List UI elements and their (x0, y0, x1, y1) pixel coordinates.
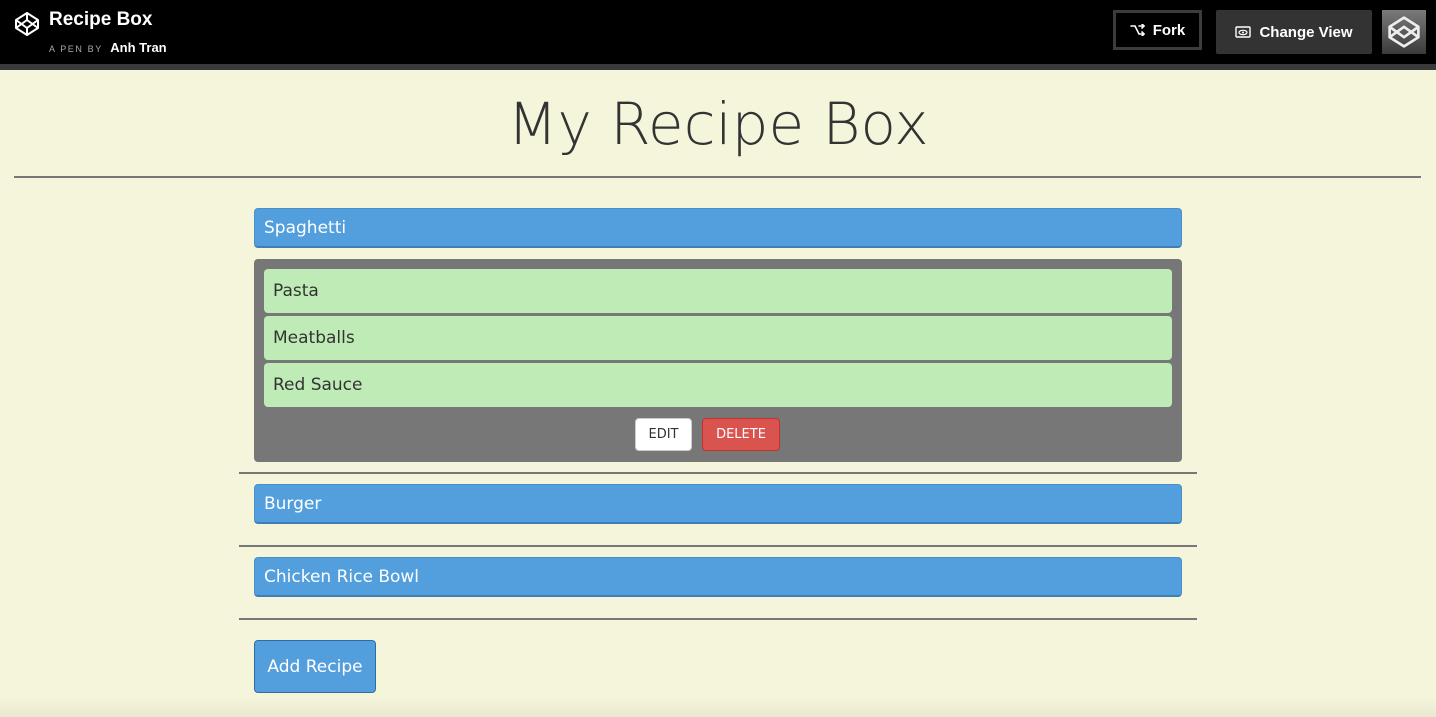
eye-icon (1235, 26, 1252, 38)
ingredient-item: Pasta (264, 269, 1172, 313)
bottom-shadow (0, 697, 1436, 717)
recipe-header-chicken-rice-bowl[interactable]: Chicken Rice Bowl (254, 557, 1182, 597)
recipe-divider (239, 545, 1197, 547)
title-divider (14, 176, 1421, 178)
page-title: My Recipe Box (507, 90, 929, 158)
user-avatar[interactable] (1382, 10, 1426, 54)
byline-prefix: A PEN BY (49, 44, 103, 54)
author-link[interactable]: Anh Tran (110, 40, 166, 55)
edit-button[interactable]: EDIT (635, 418, 692, 451)
add-recipe-button[interactable]: Add Recipe (254, 640, 376, 693)
change-view-button[interactable]: Change View (1216, 10, 1372, 54)
fork-label: Fork (1152, 21, 1186, 39)
change-view-label: Change View (1259, 23, 1353, 41)
pen-byline: A PEN BY Anh Tran (49, 39, 167, 57)
recipe-panel-spaghetti: Pasta Meatballs Red Sauce EDIT DELETE (254, 259, 1182, 462)
pen-title[interactable]: Recipe Box (49, 9, 152, 31)
fork-icon (1129, 24, 1145, 36)
fork-button[interactable]: Fork (1113, 10, 1202, 50)
recipe-divider (239, 472, 1197, 474)
delete-button[interactable]: DELETE (702, 418, 780, 451)
recipe-divider (239, 618, 1197, 620)
ingredient-item: Red Sauce (264, 363, 1172, 407)
ingredient-item: Meatballs (264, 316, 1172, 360)
avatar-logo-icon (1388, 16, 1420, 48)
recipe-header-spaghetti[interactable]: Spaghetti (254, 208, 1182, 248)
recipe-header-burger[interactable]: Burger (254, 484, 1182, 524)
codepen-logo-icon[interactable] (14, 11, 40, 37)
codepen-header: Recipe Box A PEN BY Anh Tran Fork Change… (0, 0, 1436, 70)
